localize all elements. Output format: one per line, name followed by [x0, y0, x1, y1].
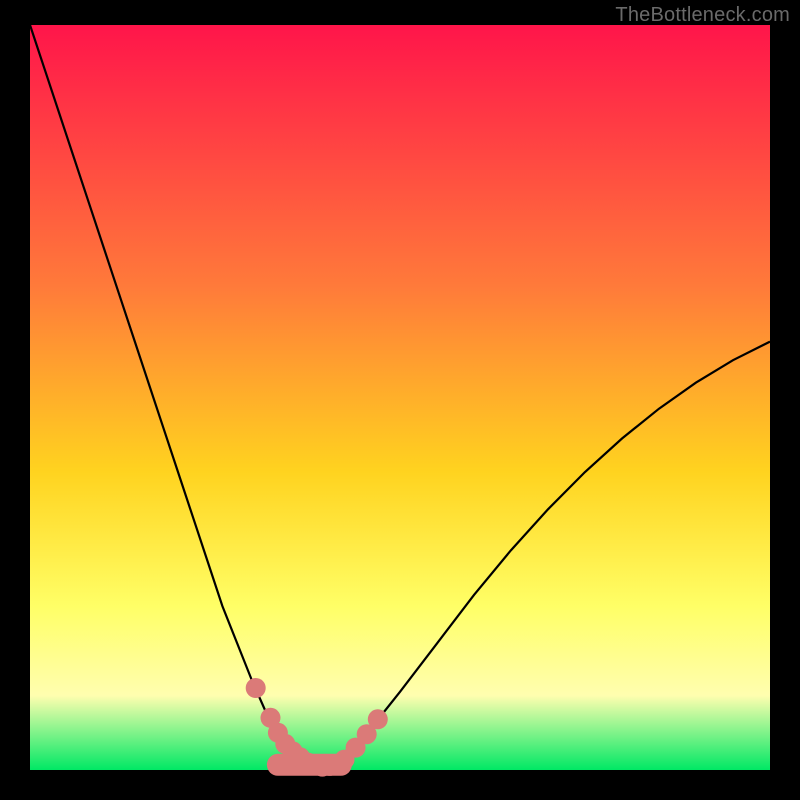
- watermark-label: TheBottleneck.com: [615, 4, 790, 27]
- plot-background: [30, 25, 770, 770]
- marker-dot: [368, 709, 388, 729]
- bottleneck-chart: [0, 0, 800, 800]
- marker-dot: [246, 678, 266, 698]
- chart-frame: TheBottleneck.com: [0, 0, 800, 800]
